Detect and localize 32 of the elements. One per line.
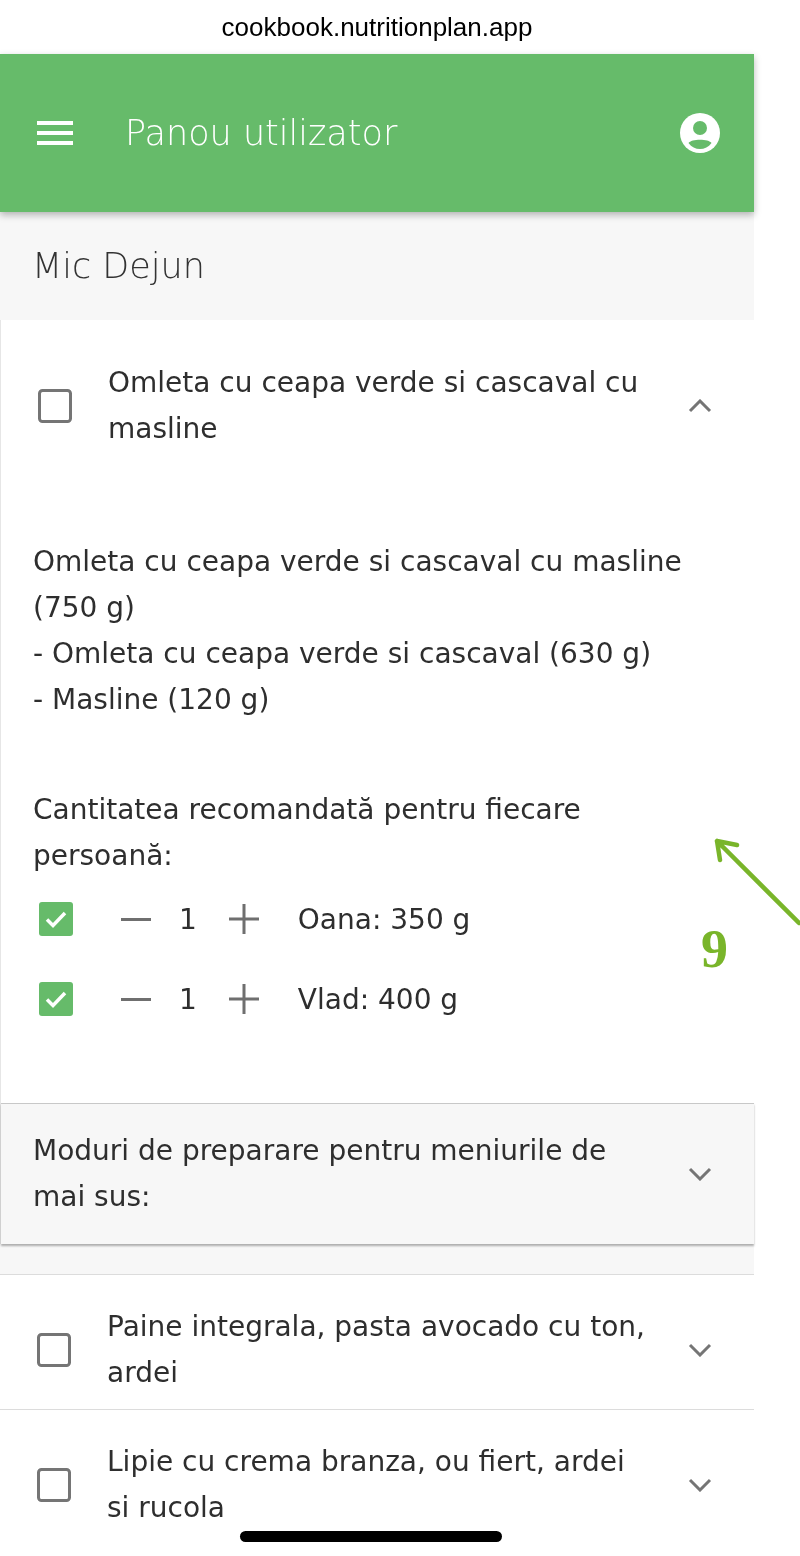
minus-icon[interactable] — [121, 997, 151, 1001]
checkbox[interactable] — [39, 982, 73, 1016]
meal-title: Paine integrala, pasta avocado cu ton, ardei — [107, 1309, 646, 1391]
ingredient-line: - Masline (120 g) — [33, 682, 271, 718]
checkbox[interactable] — [39, 902, 73, 936]
chevron-down-icon[interactable] — [688, 1167, 712, 1181]
menu-icon[interactable] — [37, 121, 73, 145]
section-title: Mic Dejun — [32, 246, 205, 286]
meal-title: Lipie cu crema branza, ou fiert, ardei si rucola — [107, 1444, 626, 1526]
quantity-value: 1 — [179, 982, 197, 1016]
chevron-down-icon[interactable] — [688, 1343, 712, 1357]
portion-label: Vlad: 400 g — [297, 982, 459, 1016]
app-title: Panou utilizator — [125, 113, 398, 153]
chevron-down-icon[interactable] — [688, 1478, 712, 1492]
checkbox[interactable] — [37, 1333, 71, 1367]
preparation-title: Moduri de preparare pentru meniurile de mai sus: — [33, 1133, 608, 1215]
checkbox[interactable] — [37, 1468, 71, 1502]
checkbox[interactable] — [38, 389, 72, 423]
portion-label: Oana: 350 g — [297, 902, 471, 936]
portions-label: Cantitatea recomandată pentru fiecare persoană: — [33, 792, 582, 874]
ingredient-line: - Omleta cu ceapa verde si cascaval (630 g) — [33, 636, 653, 672]
address-bar-url[interactable]: cookbook.nutritionplan.app — [221, 11, 533, 43]
plus-icon[interactable] — [228, 984, 259, 1014]
account-icon[interactable] — [680, 113, 720, 153]
meal-title: Omleta cu ceapa verde si cascaval cu masline — [108, 365, 640, 447]
chevron-up-icon[interactable] — [688, 399, 712, 413]
preparation-panel[interactable]: Moduri de preparare pentru meniurile de mai sus: — [1, 1103, 754, 1244]
plus-icon[interactable] — [228, 904, 259, 934]
annotation-number: 9 — [701, 922, 728, 976]
minus-icon[interactable] — [121, 917, 151, 921]
quantity-value: 1 — [179, 902, 197, 936]
recipe-summary: Omleta cu ceapa verde si cascaval cu masline (750 g) — [33, 544, 683, 626]
